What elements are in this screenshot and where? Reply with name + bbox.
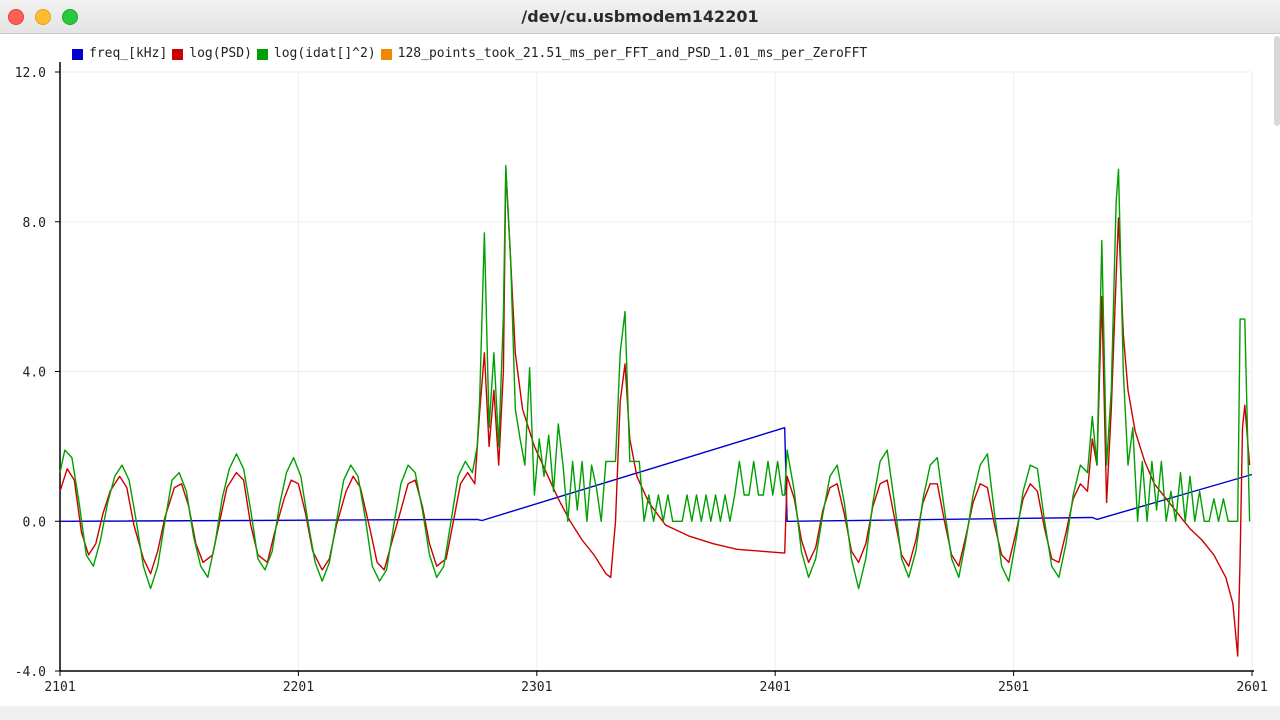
chart-grid (60, 71, 1253, 672)
y-tick-label: 12.0 (15, 66, 46, 81)
serial-plotter-chart: 12.0 8.0 4.0 0.0 -4.0 2101 2201 2301 2401 2501 26… (15, 62, 1268, 695)
chart-axes (55, 62, 1254, 676)
x-tick-label: 2201 (283, 680, 314, 695)
y-tick-label: -4.0 (15, 665, 46, 680)
y-tick-label: 0.0 (23, 515, 46, 530)
y-axis-tick-labels: 12.0 8.0 4.0 0.0 -4.0 (15, 66, 46, 680)
series-line-idat (59, 164, 1251, 590)
x-axis-tick-labels: 2101 2201 2301 2401 2501 2601 (44, 680, 1267, 695)
x-tick-label: 2601 (1236, 680, 1267, 695)
x-tick-label: 2501 (998, 680, 1029, 695)
y-tick-label: 4.0 (23, 366, 46, 381)
chart-series-lines (59, 164, 1253, 657)
bottom-toolbar-area (0, 706, 1280, 720)
series-line-psd (59, 168, 1251, 657)
right-scrollbar[interactable] (1274, 36, 1280, 126)
x-tick-label: 2301 (521, 680, 552, 695)
y-tick-label: 8.0 (23, 216, 46, 231)
x-tick-label: 2401 (760, 680, 791, 695)
x-tick-label: 2101 (44, 680, 75, 695)
